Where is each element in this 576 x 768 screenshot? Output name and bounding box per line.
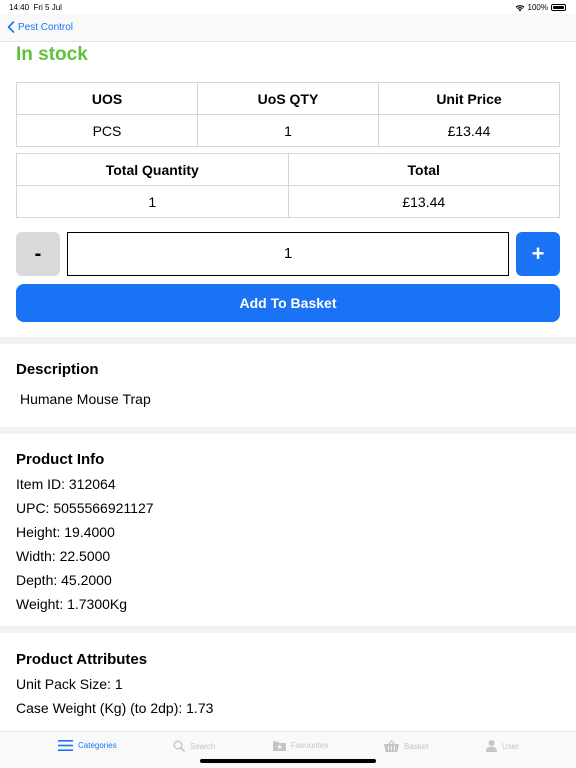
- info-weight: Weight: 1.7300Kg: [16, 596, 128, 612]
- product-info-title: Product Info: [16, 451, 105, 468]
- back-button[interactable]: Pest Control: [7, 21, 73, 33]
- tab-basket[interactable]: Basket: [384, 740, 428, 752]
- section-divider: [0, 337, 576, 344]
- navigation-bar: Pest Control: [0, 14, 576, 42]
- stock-status: In stock: [16, 44, 88, 65]
- section-divider: [0, 427, 576, 434]
- tab-categories[interactable]: Categories: [58, 740, 117, 751]
- info-width: Width: 22.5000: [16, 548, 111, 564]
- wifi-icon: [515, 4, 524, 11]
- cell-total: £13.44: [287, 185, 561, 218]
- status-time: 14:40 Fri 5 Jul: [9, 3, 62, 12]
- section-divider: [0, 626, 576, 633]
- tab-user[interactable]: User: [486, 740, 519, 752]
- status-right: 100%: [515, 3, 566, 12]
- header-total-quantity: Total Quantity: [16, 153, 289, 186]
- decrease-quantity-button[interactable]: -: [16, 232, 60, 276]
- price-table: UOS UoS QTY Unit Price PCS 1 £13.44: [16, 82, 560, 147]
- battery-percent: 100%: [527, 3, 548, 12]
- increase-quantity-button[interactable]: +: [516, 232, 560, 276]
- basket-icon: [384, 740, 399, 752]
- total-table: Total Quantity Total 1 £13.44: [16, 153, 561, 218]
- tab-favourites[interactable]: Favourites: [273, 740, 328, 751]
- cell-unit-price: £13.44: [378, 114, 560, 147]
- info-item-id: Item ID: 312064: [16, 476, 116, 492]
- list-icon: [58, 740, 73, 751]
- header-uos-qty: UoS QTY: [197, 82, 379, 115]
- back-label: Pest Control: [18, 21, 74, 33]
- star-folder-icon: [273, 741, 286, 751]
- attribute-case-weight: Case Weight (Kg) (to 2dp): 1.73: [16, 700, 214, 716]
- info-height: Height: 19.4000: [16, 524, 115, 540]
- search-icon: [173, 740, 185, 752]
- attribute-unit-pack-size: Unit Pack Size: 1: [16, 676, 123, 692]
- quantity-input[interactable]: 1: [67, 232, 509, 276]
- description-title: Description: [16, 361, 99, 378]
- chevron-left-icon: [7, 21, 15, 33]
- quantity-stepper: - 1 +: [16, 232, 560, 276]
- info-depth: Depth: 45.2000: [16, 572, 112, 588]
- product-attributes-title: Product Attributes: [16, 651, 148, 668]
- user-icon: [486, 740, 497, 752]
- info-upc: UPC: 5055566921127: [16, 500, 154, 516]
- description-text: Humane Mouse Trap: [20, 391, 151, 407]
- header-total: Total: [287, 153, 561, 186]
- home-indicator: [200, 759, 376, 763]
- status-bar: 14:40 Fri 5 Jul 100%: [0, 0, 576, 14]
- add-to-basket-button[interactable]: Add To Basket: [16, 284, 560, 322]
- cell-uos: PCS: [16, 114, 198, 147]
- tab-search[interactable]: Search: [173, 740, 215, 752]
- cell-total-quantity: 1: [16, 185, 289, 218]
- header-uos: UOS: [16, 82, 198, 115]
- cell-uos-qty: 1: [197, 114, 379, 147]
- battery-icon: [551, 4, 566, 11]
- header-unit-price: Unit Price: [378, 82, 560, 115]
